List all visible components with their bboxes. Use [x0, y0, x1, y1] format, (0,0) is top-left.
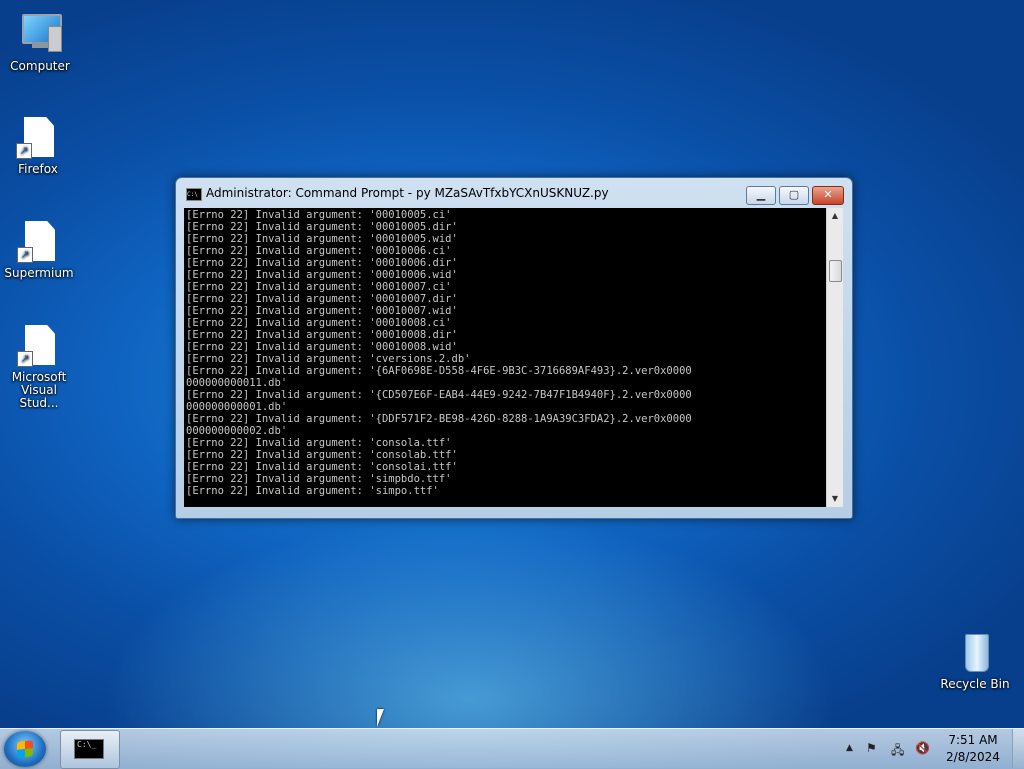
scroll-down-button[interactable]: ▼: [827, 491, 843, 507]
mouse-cursor-icon: [377, 709, 384, 727]
console-line: [Errno 22] Invalid argument: '00010008.d…: [186, 329, 458, 341]
desktop-icon-recycle-bin[interactable]: Recycle Bin: [937, 630, 1013, 691]
console-line: [Errno 22] Invalid argument: '00010006.c…: [186, 245, 452, 257]
console-line: [Errno 22] Invalid argument: '00010008.c…: [186, 317, 452, 329]
window-titlebar[interactable]: C:\ Administrator: Command Prompt - py M…: [176, 178, 852, 208]
cmd-icon: C:\_: [74, 739, 104, 759]
console-line: [Errno 22] Invalid argument: '00010007.w…: [186, 305, 458, 317]
desktop-icon-label: Microsoft Visual Stud...: [11, 370, 67, 410]
scroll-thumb[interactable]: [829, 260, 842, 282]
taskbar-clock[interactable]: 7:51 AM 2/8/2024: [940, 732, 1006, 766]
command-prompt-window[interactable]: C:\ Administrator: Command Prompt - py M…: [175, 177, 853, 519]
recycle-bin-icon: [953, 630, 997, 674]
console-line: [Errno 22] Invalid argument: '{CD507E6F-…: [186, 389, 692, 401]
console-line: [Errno 22] Invalid argument: '{DDF571F2-…: [186, 413, 692, 425]
console-text: [Errno 22] Invalid argument: '00010005.c…: [184, 208, 826, 497]
windows-logo-icon: [17, 740, 33, 758]
desktop-icon-label: Recycle Bin: [940, 677, 1010, 691]
desktop-icon-label: Firefox: [18, 162, 58, 176]
console-line: [Errno 22] Invalid argument: '00010007.c…: [186, 281, 452, 293]
clock-date: 2/8/2024: [946, 750, 1000, 764]
show-desktop-button[interactable]: [1012, 729, 1024, 768]
action-center-flag-icon[interactable]: ⚑: [866, 741, 877, 755]
console-line: [Errno 22] Invalid argument: '00010007.d…: [186, 293, 458, 305]
scroll-up-button[interactable]: ▲: [827, 208, 843, 224]
console-line: [Errno 22] Invalid argument: '00010005.c…: [186, 209, 452, 221]
maximize-button[interactable]: ▢: [779, 186, 809, 205]
console-line: [Errno 22] Invalid argument: 'cversions.…: [186, 353, 471, 365]
console-line: [Errno 22] Invalid argument: '00010008.w…: [186, 341, 458, 353]
console-line: [Errno 22] Invalid argument: '00010005.w…: [186, 233, 458, 245]
console-line: 000000000002.db': [186, 425, 288, 437]
console-line: [Errno 22] Invalid argument: 'consola.tt…: [186, 437, 452, 449]
minimize-button[interactable]: ▁: [746, 186, 776, 205]
clock-time: 7:51 AM: [948, 733, 998, 747]
file-shortcut-icon: ↗: [16, 115, 60, 159]
console-line: [Errno 22] Invalid argument: 'consolab.t…: [186, 449, 458, 461]
console-line: 000000000011.db': [186, 377, 288, 389]
console-output[interactable]: [Errno 22] Invalid argument: '00010005.c…: [184, 208, 826, 507]
taskbar-item-command-prompt[interactable]: C:\_: [60, 730, 120, 769]
console-line: [Errno 22] Invalid argument: 'simpo.ttf': [186, 485, 439, 497]
console-line: [Errno 22] Invalid argument: '00010005.d…: [186, 221, 458, 233]
start-button[interactable]: [4, 731, 46, 767]
desktop-icon-computer[interactable]: Computer: [2, 12, 78, 73]
window-title: Administrator: Command Prompt - py MZaSA…: [206, 186, 609, 200]
volume-muted-icon[interactable]: 🔇: [915, 741, 930, 755]
console-line: [Errno 22] Invalid argument: 'consolai.t…: [186, 461, 458, 473]
file-shortcut-icon: ↗: [17, 219, 61, 263]
console-line: 000000000001.db': [186, 401, 288, 413]
console-line: [Errno 22] Invalid argument: '{6AF0698E-…: [186, 365, 692, 377]
console-line: [Errno 22] Invalid argument: '00010006.w…: [186, 269, 458, 281]
close-button[interactable]: ✕: [812, 186, 844, 205]
vertical-scrollbar[interactable]: ▲ ▼: [826, 208, 843, 507]
computer-icon: [18, 12, 62, 56]
network-icon[interactable]: 🖧: [891, 741, 904, 762]
console-line: [Errno 22] Invalid argument: '00010006.d…: [186, 257, 458, 269]
show-hidden-icons-button[interactable]: ▲: [846, 743, 853, 753]
cmd-icon: C:\: [186, 188, 202, 201]
console-line: [Errno 22] Invalid argument: 'simpbdo.tt…: [186, 473, 452, 485]
desktop-icon-supermium[interactable]: ↗ Supermium: [1, 219, 77, 280]
desktop-icon-label: Supermium: [4, 266, 74, 280]
file-shortcut-icon: ↗: [17, 323, 61, 367]
desktop-icon-visual-studio[interactable]: ↗ Microsoft Visual Stud...: [1, 323, 77, 410]
desktop-icon-firefox[interactable]: ↗ Firefox: [0, 115, 76, 176]
desktop-icon-label: Computer: [10, 59, 70, 73]
